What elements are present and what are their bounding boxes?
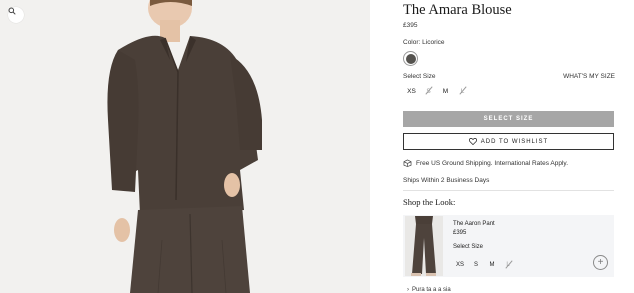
look-size-xs[interactable]: XS: [452, 259, 468, 271]
product-price: £395: [403, 22, 418, 29]
model-photo: [0, 0, 370, 293]
size-guide-link[interactable]: WHAT'S MY SIZE: [563, 73, 615, 80]
size-label: Select Size: [403, 73, 436, 80]
zoom-icon: [8, 7, 16, 15]
add-look-item-button[interactable]: +: [593, 255, 608, 270]
swatch-fill: [405, 53, 416, 64]
zoom-button[interactable]: [8, 7, 24, 23]
size-options: XS S M L: [403, 85, 471, 97]
look-size-label: Select Size: [453, 244, 484, 250]
look-item-image[interactable]: [405, 216, 443, 276]
look-item-name[interactable]: The Aaron Pant: [453, 221, 495, 227]
product-title: The Amara Blouse: [403, 2, 512, 18]
add-to-wishlist-button[interactable]: ADD TO WISHLIST: [403, 133, 614, 150]
divider: [403, 190, 614, 191]
product-image[interactable]: [0, 0, 370, 293]
heart-icon: [468, 138, 477, 145]
ships-within-text: Ships Within 2 Business Days: [403, 177, 490, 184]
next-look-link[interactable]: › Pura ta a a sia: [407, 287, 451, 293]
next-look-label: Pura ta a a sia: [412, 287, 451, 293]
shop-the-look-heading: Shop the Look:: [403, 197, 456, 207]
look-size-options: XS S M L: [452, 259, 516, 271]
shipping-info: Free US Ground Shipping. International R…: [403, 159, 568, 167]
select-size-button[interactable]: SELECT SIZE: [403, 111, 614, 127]
size-option-xs[interactable]: XS: [403, 85, 420, 97]
size-option-s[interactable]: S: [420, 85, 437, 97]
color-label: Color: Licorice: [403, 39, 445, 46]
size-option-m[interactable]: M: [437, 85, 454, 97]
color-swatch-licorice[interactable]: [403, 51, 418, 66]
look-item-price: £395: [453, 230, 467, 236]
product-info-panel: The Amara Blouse £395 Color: Licorice Se…: [403, 0, 615, 293]
size-option-l[interactable]: L: [454, 85, 471, 97]
wishlist-label: ADD TO WISHLIST: [480, 138, 549, 145]
pant-photo: [405, 216, 443, 276]
shipping-text: Free US Ground Shipping. International R…: [416, 159, 568, 167]
look-size-l[interactable]: L: [500, 259, 516, 271]
arrow-icon: ›: [407, 287, 409, 293]
shipping-icon: [403, 159, 412, 167]
look-size-m[interactable]: M: [484, 259, 500, 271]
look-item-card: The Aaron Pant £395 Select Size XS S M L…: [403, 215, 614, 277]
look-size-s[interactable]: S: [468, 259, 484, 271]
